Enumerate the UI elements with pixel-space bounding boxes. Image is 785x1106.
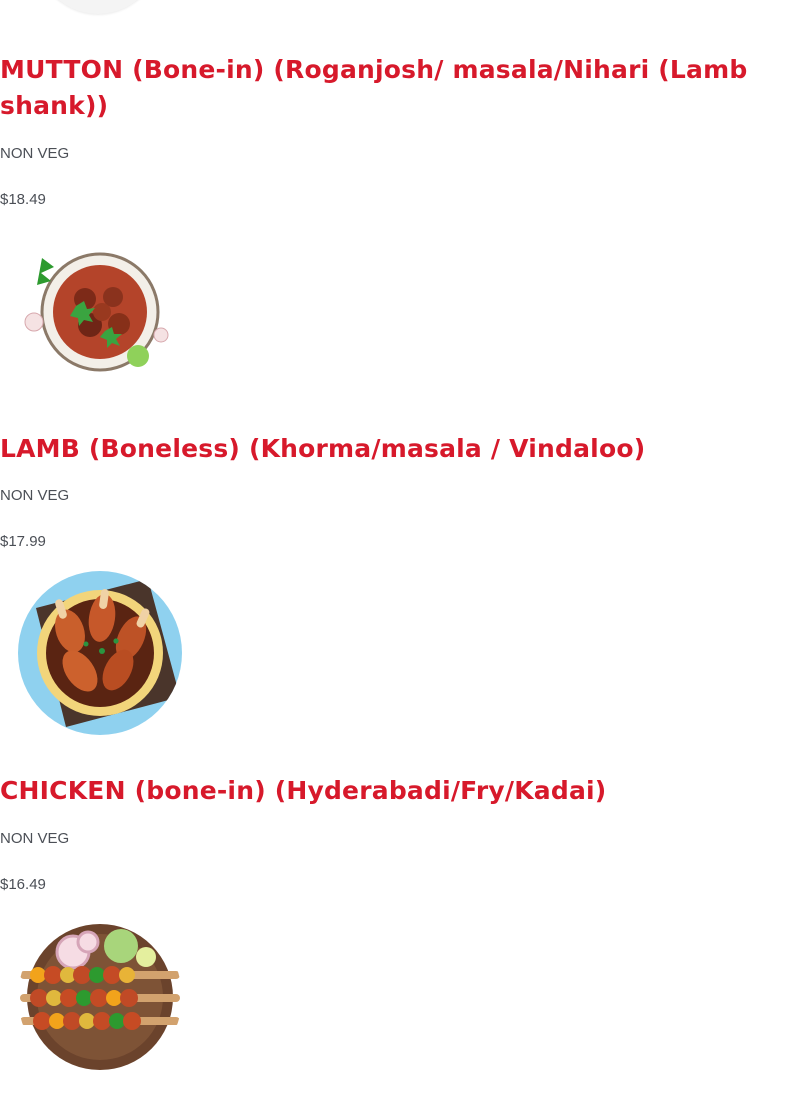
menu-item-title[interactable]: CHICKEN (bone-in) (Hyderabadi/Fry/Kadai) <box>0 773 760 809</box>
menu-item-price: $16.49 <box>0 876 46 893</box>
menu-item-tag: NON VEG <box>0 145 70 162</box>
menu-item-tag: NON VEG <box>0 830 70 847</box>
menu-item-title[interactable]: MUTTON (Bone-in) (Roganjosh/ masala/Niha… <box>0 52 760 124</box>
menu-item-price: $18.49 <box>0 191 46 208</box>
menu-item: MUTTON (Bone-in) (Roganjosh/ masala/Niha… <box>0 52 785 394</box>
mutton-curry-image[interactable] <box>18 230 182 394</box>
chicken-drumstick-curry-illustration <box>18 571 182 735</box>
kebab-skewers-illustration <box>18 915 182 1079</box>
previous-dish-image <box>28 0 168 14</box>
mutton-curry-illustration <box>18 230 182 394</box>
menu-item-title[interactable]: LAMB (Boneless) (Khorma/masala / Vindalo… <box>0 431 760 467</box>
menu-item-price: $17.99 <box>0 533 46 550</box>
menu-item-tag: NON VEG <box>0 487 70 504</box>
menu-item: CHICKEN (bone-in) (Hyderabadi/Fry/Kadai)… <box>0 773 785 1079</box>
chicken-drumstick-curry-image[interactable] <box>18 571 182 735</box>
menu-item: LAMB (Boneless) (Khorma/masala / Vindalo… <box>0 431 785 735</box>
kebab-skewers-image[interactable] <box>18 915 182 1079</box>
